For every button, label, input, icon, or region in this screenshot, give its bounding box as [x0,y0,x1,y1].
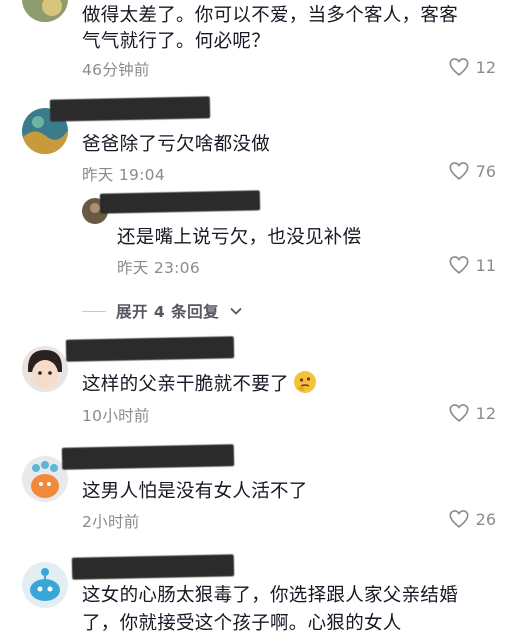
heart-outline-icon [449,404,469,422]
username-redacted [49,96,211,122]
chevron-down-icon [230,307,242,315]
reply-username-redacted [99,190,261,214]
comment-text-line-1: 这女的心肠太狠毒了，你选择跟人家父亲结婚 [82,585,459,606]
comment-3: 这样的父亲干脆就不要了 10小时前 12 [0,336,514,438]
expand-replies-button[interactable]: 展开 4 条回复 [82,300,243,322]
like-button[interactable]: 76 [448,160,496,182]
comment-text: 这样的父亲干脆就不要了 [82,370,317,399]
avatar[interactable] [22,0,68,22]
comment-time: 46分钟前 [82,61,150,79]
avatar[interactable] [22,346,68,392]
username-redacted [61,444,235,470]
comment-1: 做得太差了。你可以不爱，当多个客人，客客 气气就行了。何必呢？ 46分钟前 12 [0,0,514,90]
comment-4: 这男人怕是没有女人活不了 2小时前 26 [0,444,514,544]
reply-like-count: 11 [475,255,496,275]
like-count: 12 [475,57,496,77]
expand-divider [82,310,106,312]
comment-2: 爸爸除了亏欠啥都没做 昨天 19:04 76 还是嘴上说亏欠，也没见补偿 昨天 … [0,96,514,326]
like-button[interactable]: 26 [448,508,496,530]
thinking-emoji-icon [293,371,316,393]
like-button[interactable]: 12 [448,402,496,424]
heart-outline-icon [449,510,469,528]
username-redacted [71,554,235,580]
heart-outline-icon [449,256,469,274]
like-count: 26 [475,509,496,529]
like-count: 76 [475,161,496,181]
comment-time: 昨天 19:04 [82,166,165,184]
comment-text-line-2: 了，你就接受这个孩子啊。心狠的女人 [82,613,402,634]
reply-time: 昨天 23:06 [117,259,200,277]
comment-time: 10小时前 [82,407,150,425]
comment-text-content: 这样的父亲干脆就不要了 [82,374,289,395]
comment-text: 这男人怕是没有女人活不了 [82,481,308,502]
heart-outline-icon [449,162,469,180]
reply-like-button[interactable]: 11 [448,254,496,276]
comment-text-line-1: 做得太差了。你可以不爱，当多个客人，客客 [82,5,459,26]
reply-text: 还是嘴上说亏欠，也没见补偿 [117,227,362,248]
comment-time: 2小时前 [82,513,140,531]
comment-text-line-2: 气气就行了。何必呢？ [82,31,271,52]
avatar[interactable] [22,456,68,502]
like-count: 12 [475,403,496,423]
comment-5: 这女的心肠太狠毒了，你选择跟人家父亲结婚 了，你就接受这个孩子啊。心狠的女人 [0,552,514,640]
expand-replies-label: 展开 4 条回复 [116,303,220,321]
heart-outline-icon [449,58,469,76]
username-redacted [65,336,235,362]
like-button[interactable]: 12 [448,56,496,78]
comment-text: 爸爸除了亏欠啥都没做 [82,134,271,155]
avatar[interactable] [22,562,68,608]
